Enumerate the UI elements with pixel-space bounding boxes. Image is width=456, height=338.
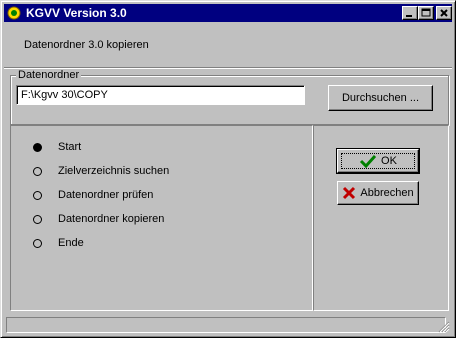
app-icon <box>7 6 21 20</box>
step-label: Start <box>58 141 82 153</box>
ok-button[interactable]: OK <box>336 148 420 174</box>
step-indicator-icon <box>33 239 42 248</box>
header-panel: Datenordner 3.0 kopieren <box>4 23 452 67</box>
step-label: Datenordner kopieren <box>58 213 165 225</box>
step-label: Datenordner prüfen <box>58 189 154 201</box>
step-indicator-icon <box>33 167 42 176</box>
folder-group-label: Datenordner <box>16 69 82 81</box>
cancel-x-icon <box>343 186 356 200</box>
browse-button[interactable]: Durchsuchen ... <box>328 85 433 111</box>
minimize-button[interactable] <box>402 6 418 20</box>
maximize-button[interactable] <box>418 6 434 20</box>
step-indicator-icon <box>33 215 42 224</box>
maximize-icon <box>421 8 431 17</box>
resize-grip-icon[interactable] <box>438 321 450 333</box>
step-indicator-icon <box>33 143 42 152</box>
minimize-icon <box>406 15 412 17</box>
header-text: Datenordner 3.0 kopieren <box>24 39 149 51</box>
step-label: Zielverzeichnis suchen <box>58 165 170 177</box>
cancel-button-label: Abbrechen <box>360 187 414 199</box>
cancel-button[interactable]: Abbrechen <box>337 181 419 205</box>
close-icon <box>440 9 448 17</box>
status-bar <box>4 315 452 335</box>
app-window: KGVV Version 3.0 Datenordner 3.0 kopiere… <box>0 0 456 338</box>
browse-button-label: Durchsuchen ... <box>341 92 420 104</box>
focus-rect <box>341 153 415 169</box>
step-indicator-icon <box>33 191 42 200</box>
window-title: KGVV Version 3.0 <box>26 6 127 20</box>
close-button[interactable] <box>436 6 452 20</box>
step-label: Ende <box>58 237 84 249</box>
title-bar[interactable]: KGVV Version 3.0 <box>4 4 452 22</box>
status-field <box>6 317 446 333</box>
folder-path-input[interactable] <box>16 85 305 105</box>
